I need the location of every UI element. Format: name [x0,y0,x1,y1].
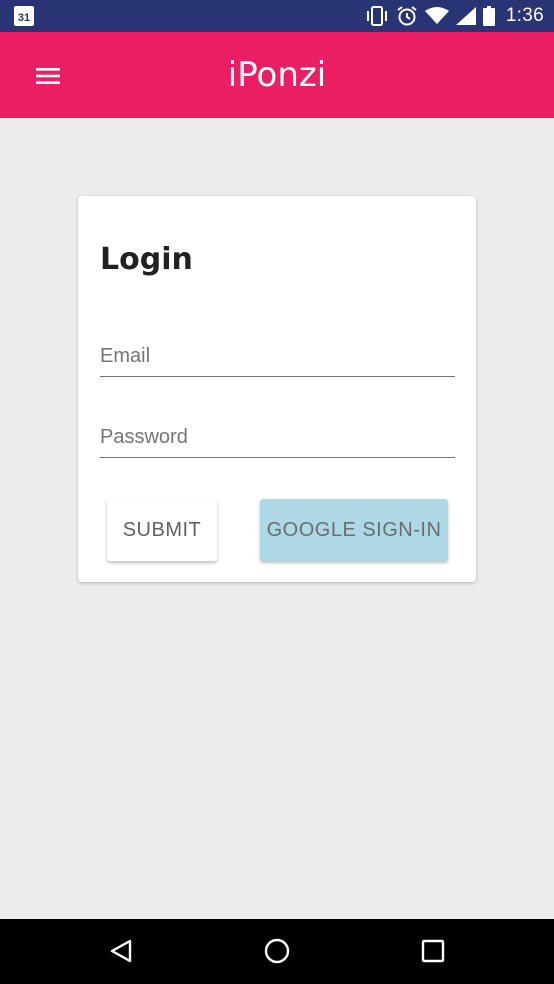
google-sign-in-button[interactable]: GOOGLE SIGN-IN [260,499,448,561]
vibrate-icon [365,6,389,26]
home-icon [264,938,290,964]
home-button[interactable] [252,927,302,977]
app-bar: iPonzi [0,32,554,118]
navigation-bar [0,919,554,984]
submit-button[interactable]: SUBMIT [107,499,217,561]
hamburger-menu-button[interactable] [26,54,70,98]
login-title: Login [100,242,193,277]
status-bar: 31 1:36 [0,0,554,32]
wifi-icon [424,7,449,25]
back-icon [110,939,132,963]
login-card: Login SUBMIT GOOGLE SIGN-IN [78,196,476,582]
recents-icon [421,939,445,963]
email-field[interactable] [100,336,455,377]
hamburger-menu-icon [36,68,60,84]
battery-icon [482,6,495,26]
back-button[interactable] [96,927,146,977]
app-title: iPonzi [227,55,327,95]
alarm-icon [396,5,418,27]
calendar-icon: 31 [14,6,34,26]
status-clock: 1:36 [505,5,544,26]
status-icons: 1:36 [365,0,544,32]
signal-icon [455,7,476,25]
calendar-day: 31 [17,12,31,24]
password-field[interactable] [100,417,455,458]
recents-button[interactable] [408,927,458,977]
